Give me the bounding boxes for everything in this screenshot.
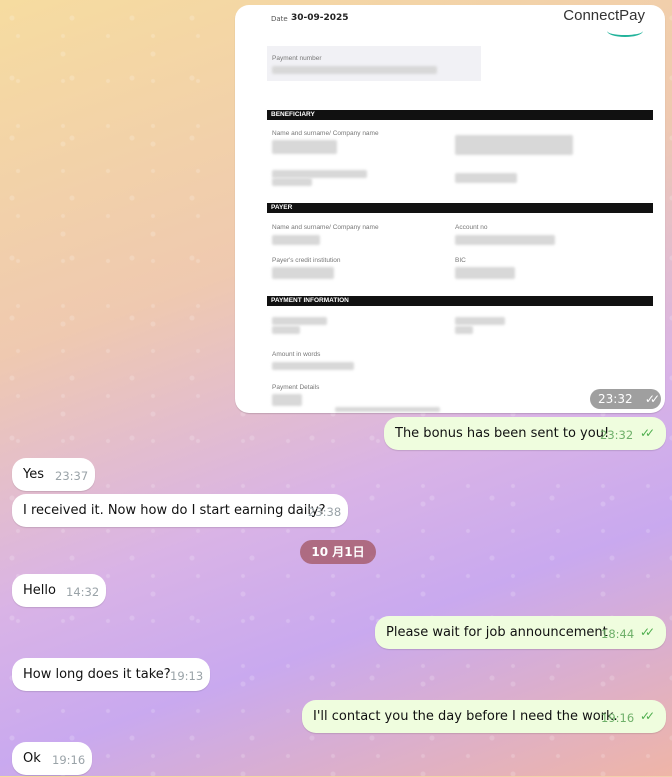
image-timestamp: 23:32 ✓✓ bbox=[590, 389, 661, 409]
doc-date-label: Date bbox=[271, 15, 288, 23]
logo-swoosh bbox=[607, 25, 643, 37]
redacted-beneficiary-institution-label bbox=[272, 170, 367, 178]
message-bubble[interactable]: Yes 23:37 bbox=[12, 458, 95, 491]
payer-bic-label: BIC bbox=[455, 257, 466, 264]
message-text: The bonus has been sent to you! bbox=[395, 426, 610, 441]
message-time: 18:44 bbox=[601, 627, 635, 641]
message-text: I received it. Now how do I start earnin… bbox=[23, 503, 326, 518]
message-time: 19:16 bbox=[52, 753, 86, 767]
message-bubble[interactable]: Please wait for job announcement 18:44 ✓… bbox=[375, 616, 666, 649]
message-time: 19:16 bbox=[601, 711, 635, 725]
message-bubble[interactable]: I received it. Now how do I start earnin… bbox=[12, 494, 348, 527]
image-time-text: 23:32 bbox=[598, 392, 633, 406]
message-bubble[interactable]: The bonus has been sent to you! 23:32 ✓✓ bbox=[384, 417, 666, 450]
payer-institution-label: Payer's credit institution bbox=[272, 257, 341, 264]
redacted-payer-institution bbox=[272, 267, 334, 279]
redacted-payment-info-value bbox=[272, 326, 300, 334]
redacted-payer-name bbox=[272, 235, 320, 245]
redacted-amount-in-words bbox=[272, 362, 354, 370]
redacted-payment-info-label bbox=[272, 317, 327, 325]
message-text: Ok bbox=[23, 751, 41, 766]
message-bubble[interactable]: Hello 14:32 bbox=[12, 574, 106, 607]
payer-name-label: Name and surname/ Company name bbox=[272, 224, 379, 231]
double-check-icon: ✓✓ bbox=[640, 709, 655, 723]
amount-in-words-label: Amount in words bbox=[272, 351, 321, 358]
message-time: 14:32 bbox=[66, 585, 100, 599]
message-time: 23:37 bbox=[55, 469, 89, 483]
date-separator: 10 月1日 bbox=[300, 540, 376, 564]
payment-details-label: Payment Details bbox=[272, 384, 320, 391]
message-time: 19:13 bbox=[170, 669, 204, 683]
message-text: I'll contact you the day before I need t… bbox=[313, 709, 618, 724]
redacted-payer-account bbox=[455, 235, 555, 245]
redacted-beneficiary-name bbox=[272, 140, 337, 154]
message-bubble[interactable]: How long does it take? 19:13 bbox=[12, 658, 210, 691]
payer-account-label: Account no bbox=[455, 224, 488, 231]
connectpay-logo: ConnectPay bbox=[563, 7, 645, 24]
message-text: Hello bbox=[23, 583, 56, 598]
message-time: 23:32 bbox=[600, 428, 634, 442]
redacted-beneficiary-institution bbox=[272, 178, 312, 186]
section-payer: PAYER bbox=[267, 203, 653, 213]
redacted-beneficiary-account bbox=[455, 135, 573, 155]
message-text: How long does it take? bbox=[23, 667, 171, 682]
payment-document-image[interactable]: Date 30-09-2025 ConnectPay Payment numbe… bbox=[235, 5, 665, 413]
double-check-icon: ✓✓ bbox=[640, 426, 655, 440]
redacted-payment-info-label-2 bbox=[455, 317, 505, 325]
redacted-payment-number bbox=[272, 66, 437, 74]
redacted-payer-bic bbox=[455, 267, 515, 279]
payment-number-box bbox=[267, 46, 481, 81]
payment-number-label: Payment number bbox=[272, 55, 322, 62]
redacted-beneficiary-bic bbox=[455, 173, 517, 183]
redacted-payment-info-value-2 bbox=[455, 326, 473, 334]
double-check-icon: ✓✓ bbox=[644, 392, 660, 406]
section-beneficiary: BENEFICIARY bbox=[267, 110, 653, 120]
message-bubble[interactable]: Ok 19:16 bbox=[12, 742, 92, 775]
message-bubble[interactable]: I'll contact you the day before I need t… bbox=[302, 700, 666, 733]
redacted-footer bbox=[335, 407, 440, 412]
double-check-icon: ✓✓ bbox=[640, 625, 655, 639]
message-time: 23:38 bbox=[308, 505, 342, 519]
message-text: Please wait for job announcement bbox=[386, 625, 608, 640]
section-payment-information: PAYMENT INFORMATION bbox=[267, 296, 653, 306]
redacted-payment-details bbox=[272, 394, 302, 406]
doc-date-value: 30-09-2025 bbox=[291, 13, 349, 23]
message-text: Yes bbox=[23, 467, 44, 482]
beneficiary-name-label: Name and surname/ Company name bbox=[272, 130, 379, 137]
